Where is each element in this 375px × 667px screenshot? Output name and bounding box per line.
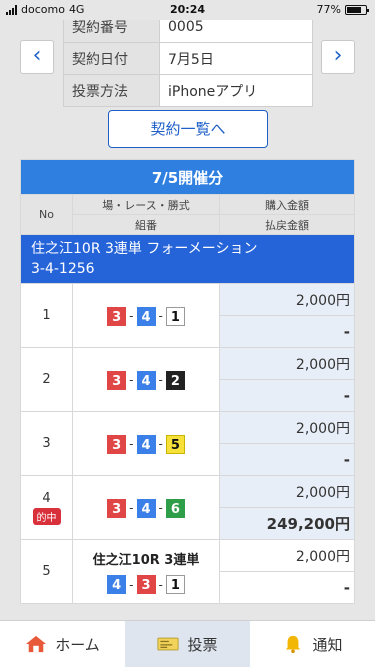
status-bar: docomo 4G 20:24 77% [0, 0, 375, 20]
col-no-header: No [20, 194, 73, 235]
row-number-cell: 4 的中 [20, 475, 73, 540]
chevron-right-icon: › [333, 43, 343, 68]
boat-number: 3 [107, 306, 127, 326]
tab-label: 投票 [187, 635, 218, 654]
col-buy-header: 購入金額 [219, 194, 355, 215]
contract-row: 契約日付 7月5日 [63, 42, 313, 75]
contract-label: 投票方法 [63, 74, 160, 107]
race-title: 住之江10R 3連単 [92, 553, 200, 568]
ticket-icon [157, 637, 180, 651]
contract-label: 契約日付 [63, 42, 160, 75]
boat-number: 4 [136, 306, 156, 326]
return-amount: - [219, 571, 355, 604]
buy-amount: 2,000円 [219, 475, 355, 508]
col-return-header: 払戻金額 [219, 214, 355, 235]
table-header-row: No 場・レース・勝式 購入金額 [20, 194, 355, 235]
row-number: 5 [20, 539, 73, 604]
buy-amount: 2,000円 [219, 347, 355, 380]
row-number: 3 [20, 411, 73, 476]
boat-number: 4 [136, 370, 156, 390]
table-title-row: 7/5開催分 [20, 159, 355, 195]
tab-bar: ホーム 投票 通知 [0, 620, 375, 667]
combo-cell: 3- 4- 1 [72, 283, 220, 348]
boat-number: 3 [136, 575, 156, 594]
table-row: 2 3- 4- 2 2,000円 [20, 347, 355, 412]
contract-label: 契約番号 [63, 20, 160, 43]
prev-button[interactable]: ‹ [20, 40, 54, 74]
table-row: 1 3- 4- 1 2,000円 [20, 283, 355, 348]
boat-number: 1 [165, 575, 185, 594]
battery-icon [345, 4, 369, 15]
boat-number: 5 [165, 434, 185, 454]
table-row: 5 住之江10R 3連単 4- 3- 1 2,000円 [20, 539, 355, 604]
boat-number: 2 [165, 370, 185, 390]
section-combo: 3-4-1256 [31, 261, 95, 277]
tab-home[interactable]: ホーム [0, 621, 125, 667]
contract-info-table: 契約番号 0005 契約日付 7月5日 投票方法 iPhoneアプリ [63, 20, 313, 107]
combo-cell: 3- 4- 5 [72, 411, 220, 476]
row-number: 2 [20, 347, 73, 412]
combo-cell: 3- 4- 6 [72, 475, 220, 540]
combo-cell: 住之江10R 3連単 4- 3- 1 [72, 539, 220, 604]
col-place-header: 場・レース・勝式 [72, 194, 220, 215]
return-amount: - [219, 379, 355, 412]
col-combo-header: 組番 [72, 214, 220, 235]
row-number: 4 [42, 490, 51, 506]
contract-list-button[interactable]: 契約一覧へ [108, 110, 268, 148]
hit-badge: 的中 [32, 507, 61, 525]
table-title: 7/5開催分 [20, 159, 355, 195]
vote-table: 7/5開催分 No 場・レース・勝式 購入金額 組番 払戻金額 住之江10R 3… [20, 159, 355, 604]
contract-row: 契約番号 0005 [63, 20, 313, 43]
tab-vote[interactable]: 投票 [125, 621, 250, 667]
chevron-left-icon: ‹ [32, 43, 42, 68]
section-title: 住之江10R 3連単 フォーメーション [31, 241, 258, 257]
boat-number: 3 [107, 370, 127, 390]
contract-row: 投票方法 iPhoneアプリ [63, 74, 313, 107]
home-icon [26, 635, 47, 653]
next-button[interactable]: › [321, 40, 355, 74]
buy-amount: 2,000円 [219, 411, 355, 444]
boat-number: 3 [107, 434, 127, 454]
return-amount: - [219, 315, 355, 348]
return-amount: 249,200円 [219, 507, 355, 540]
section-row: 住之江10R 3連単 フォーメーション 3-4-1256 [20, 234, 355, 284]
boat-number: 3 [107, 498, 127, 518]
combo-cell: 3- 4- 2 [72, 347, 220, 412]
tab-notify[interactable]: 通知 [250, 621, 375, 667]
return-amount: - [219, 443, 355, 476]
boat-number: 4 [107, 575, 127, 594]
battery-percent: 77% [316, 3, 341, 16]
buy-amount: 2,000円 [219, 539, 355, 572]
row-number: 1 [20, 283, 73, 348]
tab-label: 通知 [312, 635, 343, 654]
boat-number: 1 [165, 306, 185, 326]
boat-number: 4 [136, 434, 156, 454]
table-row: 4 的中 3- 4- 6 2,000円 [20, 475, 355, 540]
contract-value: 0005 [159, 20, 313, 43]
vote-detail-page: 契約番号 0005 契約日付 7月5日 投票方法 iPhoneアプリ ‹ › 契… [0, 20, 375, 620]
boat-number: 6 [165, 498, 185, 518]
bell-icon [286, 635, 301, 654]
contract-value: 7月5日 [159, 42, 313, 75]
contract-value: iPhoneアプリ [159, 74, 313, 107]
boat-number: 4 [136, 498, 156, 518]
tab-label: ホーム [55, 635, 100, 654]
buy-amount: 2,000円 [219, 283, 355, 316]
table-row: 3 3- 4- 5 2,000円 [20, 411, 355, 476]
